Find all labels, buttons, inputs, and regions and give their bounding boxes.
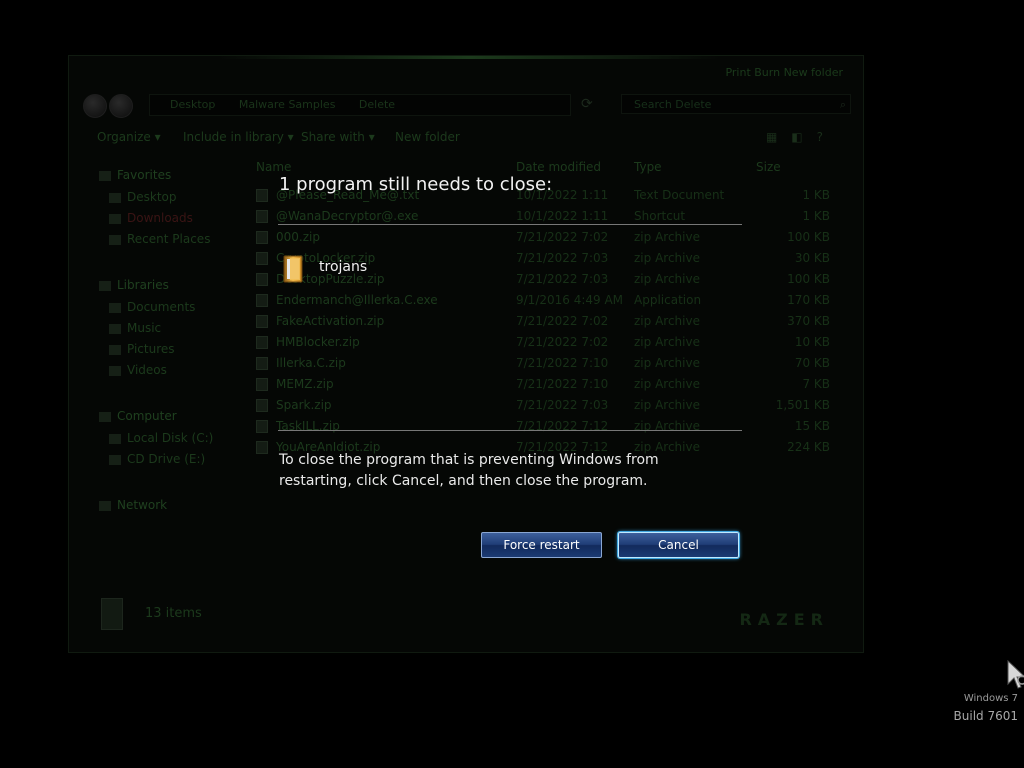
force-restart-button[interactable]: Force restart bbox=[481, 532, 602, 558]
recent-places-icon bbox=[109, 234, 121, 245]
sidebar-label: Downloads bbox=[127, 211, 193, 225]
address-bar: Desktop Malware Samples Delete bbox=[149, 94, 571, 116]
sidebar-label: Computer bbox=[117, 409, 177, 423]
sidebar-label: Libraries bbox=[117, 278, 169, 292]
hard-drive-icon bbox=[109, 433, 121, 444]
library-icon bbox=[99, 280, 111, 291]
file-size: 170 KB bbox=[787, 293, 830, 307]
back-button bbox=[83, 94, 107, 118]
breadcrumb-desktop: Desktop bbox=[170, 98, 216, 111]
music-icon bbox=[109, 323, 121, 334]
breadcrumb-folder: Malware Samples bbox=[238, 98, 336, 111]
windows-build-watermark: Windows 7 Build 7601 bbox=[954, 693, 1018, 723]
dialog-message: To close the program that is preventing … bbox=[279, 452, 659, 489]
include-library-menu: Include in library ▾ bbox=[183, 130, 294, 144]
folder-icon bbox=[101, 598, 123, 630]
sidebar-item-desktop: Desktop bbox=[109, 190, 177, 204]
sidebar-computer: Computer bbox=[99, 409, 177, 423]
explorer-command-link: Print Burn New folder bbox=[725, 66, 843, 79]
divider-top bbox=[278, 224, 742, 225]
sidebar-label: Videos bbox=[127, 363, 167, 377]
file-size: 370 KB bbox=[787, 314, 830, 328]
sidebar-item-recent: Recent Places bbox=[109, 232, 210, 246]
documents-icon bbox=[109, 302, 121, 313]
sidebar-label: Documents bbox=[127, 300, 196, 314]
sidebar-item-downloads: Downloads bbox=[109, 211, 193, 225]
windows-build-label: Build 7601 bbox=[953, 709, 1018, 723]
desktop-screen: Print Burn New folder Desktop Malware Sa… bbox=[0, 0, 1024, 768]
address-row: Desktop Malware Samples Delete ⟳ Search … bbox=[81, 92, 851, 118]
details-pane: 13 items RAZER bbox=[81, 588, 851, 642]
file-size: 224 KB bbox=[787, 440, 830, 454]
program-close-dialog: 1 program still needs to close: trojans … bbox=[258, 166, 758, 586]
sidebar-item-documents: Documents bbox=[109, 300, 195, 314]
sidebar-item-videos: Videos bbox=[109, 363, 167, 377]
file-size: 1 KB bbox=[802, 209, 830, 223]
explorer-toolbar: Organize ▾ Include in library ▾ Share wi… bbox=[89, 128, 843, 148]
program-name: trojans bbox=[319, 259, 368, 275]
forward-button bbox=[109, 94, 133, 118]
divider-bottom bbox=[278, 430, 742, 431]
item-count: 13 items bbox=[145, 606, 202, 621]
window-title-glow bbox=[219, 56, 719, 59]
downloads-icon bbox=[109, 213, 121, 224]
sidebar-label: Network bbox=[117, 498, 168, 512]
sidebar-item-cd-drive: CD Drive (E:) bbox=[109, 452, 205, 466]
sidebar-item-local-disk: Local Disk (C:) bbox=[109, 431, 213, 445]
mouse-cursor-icon bbox=[1007, 660, 1024, 689]
file-size: 15 KB bbox=[794, 419, 830, 433]
sidebar-label: Recent Places bbox=[127, 232, 211, 246]
organize-menu: Organize ▾ bbox=[97, 130, 161, 144]
search-placeholder: Search Delete bbox=[634, 98, 712, 111]
file-size: 1,501 KB bbox=[775, 398, 830, 412]
view-options-icons: ▦◧? bbox=[765, 130, 837, 144]
cancel-button[interactable]: Cancel bbox=[618, 532, 739, 558]
share-with-menu: Share with ▾ bbox=[301, 130, 375, 144]
pictures-icon bbox=[109, 344, 121, 355]
razer-logo: RAZER bbox=[739, 610, 829, 629]
file-size: 70 KB bbox=[794, 356, 830, 370]
search-icon: ⌕ bbox=[839, 98, 846, 111]
file-size: 1 KB bbox=[802, 188, 830, 202]
sidebar-item-pictures: Pictures bbox=[109, 342, 175, 356]
star-icon bbox=[99, 170, 111, 181]
sidebar-label: CD Drive (E:) bbox=[127, 452, 206, 466]
sidebar-label: Pictures bbox=[127, 342, 175, 356]
file-size: 100 KB bbox=[787, 230, 830, 244]
sidebar-label: Favorites bbox=[117, 168, 172, 182]
dialog-title: 1 program still needs to close: bbox=[279, 174, 553, 195]
search-input: Search Delete ⌕ bbox=[621, 94, 851, 114]
folder-icon bbox=[283, 255, 303, 283]
sidebar-network: Network bbox=[99, 498, 167, 512]
network-icon bbox=[99, 500, 111, 511]
sidebar-label: Music bbox=[127, 321, 162, 335]
file-size: 7 KB bbox=[802, 377, 830, 391]
column-header-size: Size bbox=[756, 160, 781, 174]
sidebar-favorites: Favorites bbox=[99, 168, 171, 182]
sidebar-label: Desktop bbox=[127, 190, 177, 204]
windows-version-label: Windows 7 bbox=[963, 693, 1018, 704]
desktop-icon bbox=[109, 192, 121, 203]
sidebar-item-music: Music bbox=[109, 321, 161, 335]
refresh-icon: ⟳ bbox=[581, 96, 593, 112]
new-folder-button: New folder bbox=[395, 130, 460, 144]
computer-icon bbox=[99, 411, 111, 422]
file-size: 10 KB bbox=[794, 335, 830, 349]
sidebar-label: Local Disk (C:) bbox=[127, 431, 214, 445]
file-size: 30 KB bbox=[794, 251, 830, 265]
videos-icon bbox=[109, 365, 121, 376]
sidebar-libraries: Libraries bbox=[99, 278, 169, 292]
breadcrumb-current: Delete bbox=[358, 98, 396, 111]
file-size: 100 KB bbox=[787, 272, 830, 286]
cd-drive-icon bbox=[109, 454, 121, 465]
